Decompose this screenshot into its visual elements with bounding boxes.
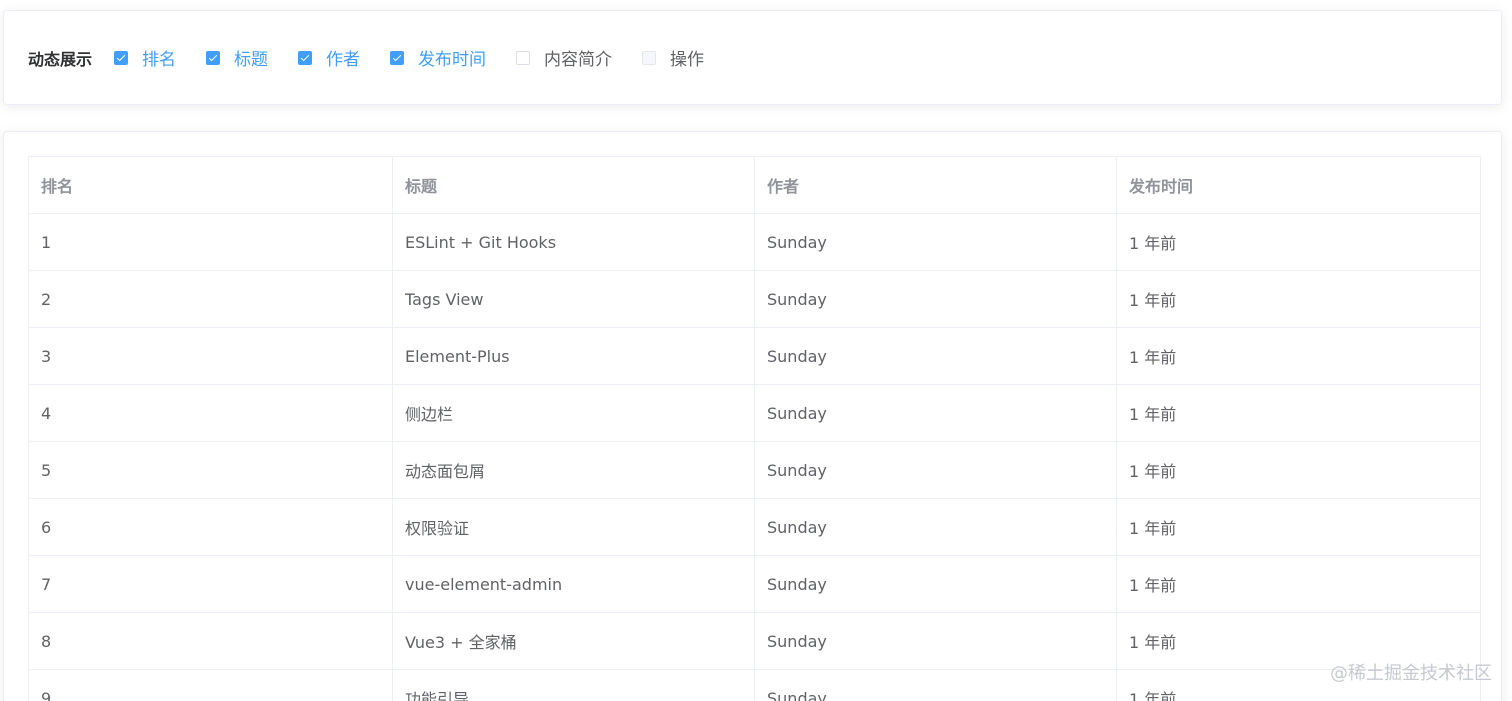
cell-rank: 8 — [28, 612, 393, 670]
cell-rank: 1 — [28, 213, 393, 271]
cell-time: 1 年前 — [1116, 441, 1481, 499]
checkbox-check-icon — [114, 50, 129, 65]
table-row: 4 侧边栏 Sunday 1 年前 — [28, 384, 1481, 442]
table-card: 排名 标题 作者 发布时间 1 ESLint + Git Hooks Sunda… — [3, 131, 1502, 701]
checkbox-empty-icon — [642, 50, 657, 65]
cell-title: ESLint + Git Hooks — [392, 213, 755, 271]
cell-author: Sunday — [754, 498, 1117, 556]
table-row: 3 Element-Plus Sunday 1 年前 — [28, 327, 1481, 385]
cell-title: 权限验证 — [392, 498, 755, 556]
cell-title: vue-element-admin — [392, 555, 755, 613]
cell-time: 1 年前 — [1116, 327, 1481, 385]
cell-author: Sunday — [754, 384, 1117, 442]
checkbox-label: 排名 — [142, 50, 177, 70]
cell-title: Tags View — [392, 270, 755, 328]
cell-title: 侧边栏 — [392, 384, 755, 442]
column-header-title: 标题 — [392, 156, 755, 214]
cell-rank: 5 — [28, 441, 393, 499]
table-row: 1 ESLint + Git Hooks Sunday 1 年前 — [28, 213, 1481, 271]
cell-title: 功能引导 — [392, 669, 755, 701]
checkbox-label: 操作 — [670, 50, 705, 70]
cell-rank: 3 — [28, 327, 393, 385]
cell-title: 动态面包屑 — [392, 441, 755, 499]
checkbox-author[interactable]: 作者 — [298, 45, 360, 70]
checkbox-label: 标题 — [234, 50, 269, 70]
article-table: 排名 标题 作者 发布时间 1 ESLint + Git Hooks Sunda… — [28, 156, 1481, 701]
checkbox-check-icon — [206, 50, 221, 65]
cell-author: Sunday — [754, 669, 1117, 701]
cell-author: Sunday — [754, 213, 1117, 271]
cell-rank: 6 — [28, 498, 393, 556]
checkbox-action[interactable]: 操作 — [642, 45, 704, 70]
column-filter-card: 动态展示 排名 标题 作者 发布时间 内容简介 操作 — [3, 10, 1502, 105]
checkbox-summary[interactable]: 内容简介 — [516, 45, 612, 70]
column-header-time: 发布时间 — [1116, 156, 1481, 214]
checkbox-rank[interactable]: 排名 — [114, 45, 176, 70]
cell-rank: 4 — [28, 384, 393, 442]
column-header-author: 作者 — [754, 156, 1117, 214]
cell-time: 1 年前 — [1116, 213, 1481, 271]
cell-author: Sunday — [754, 327, 1117, 385]
cell-author: Sunday — [754, 441, 1117, 499]
filter-label: 动态展示 — [28, 49, 93, 69]
table-row: 8 Vue3 + 全家桶 Sunday 1 年前 — [28, 612, 1481, 670]
cell-title: Vue3 + 全家桶 — [392, 612, 755, 670]
checkbox-label: 发布时间 — [418, 50, 487, 70]
cell-time: 1 年前 — [1116, 498, 1481, 556]
checkbox-label: 作者 — [326, 50, 361, 70]
table-row: 7 vue-element-admin Sunday 1 年前 — [28, 555, 1481, 613]
cell-time: 1 年前 — [1116, 384, 1481, 442]
checkbox-publish-time[interactable]: 发布时间 — [390, 45, 486, 70]
column-header-rank: 排名 — [28, 156, 393, 214]
checkbox-check-icon — [298, 50, 313, 65]
cell-time: 1 年前 — [1116, 270, 1481, 328]
checkbox-title[interactable]: 标题 — [206, 45, 268, 70]
table-row: 2 Tags View Sunday 1 年前 — [28, 270, 1481, 328]
cell-rank: 2 — [28, 270, 393, 328]
checkbox-check-icon — [390, 50, 405, 65]
cell-author: Sunday — [754, 555, 1117, 613]
cell-time: 1 年前 — [1116, 555, 1481, 613]
watermark: @稀土掘金技术社区 — [1330, 663, 1492, 684]
page: 动态展示 排名 标题 作者 发布时间 内容简介 操作 排名 标题 作者 发布时间… — [0, 0, 1512, 701]
checkbox-label: 内容简介 — [544, 50, 613, 70]
table-row: 5 动态面包屑 Sunday 1 年前 — [28, 441, 1481, 499]
table-row: 9 功能引导 Sunday 1 年前 — [28, 669, 1481, 701]
cell-rank: 9 — [28, 669, 393, 701]
table-header-row: 排名 标题 作者 发布时间 — [28, 156, 1481, 214]
cell-title: Element-Plus — [392, 327, 755, 385]
table-row: 6 权限验证 Sunday 1 年前 — [28, 498, 1481, 556]
cell-author: Sunday — [754, 612, 1117, 670]
cell-author: Sunday — [754, 270, 1117, 328]
checkbox-empty-icon — [516, 50, 531, 65]
cell-rank: 7 — [28, 555, 393, 613]
